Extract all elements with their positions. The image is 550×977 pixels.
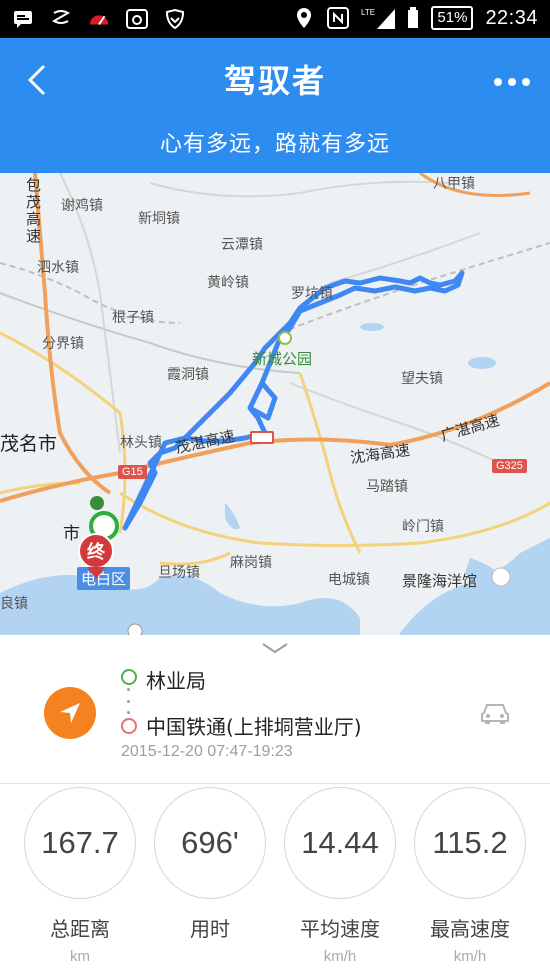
map-label: 泗水镇 — [37, 260, 79, 276]
status-bar: LTE 51% 22:34 — [0, 0, 550, 38]
stat-name: 用时 — [190, 917, 230, 941]
stat-value: 115.2 — [414, 787, 526, 899]
map-label: 岭门镇 — [402, 519, 444, 535]
map-label: 旦场镇 — [158, 565, 200, 581]
stat-name: 平均速度 — [300, 917, 380, 941]
trip-stats: 167.7 总距离 km 696' 用时 14.44 平均速度 km/h 115… — [0, 787, 550, 977]
map-label: 林头镇 — [120, 435, 162, 451]
stat-unit: km/h — [453, 948, 487, 965]
page-subtitle: 心有多远，路就有多远 — [159, 132, 390, 157]
end-marker[interactable]: 终 — [78, 533, 118, 583]
car-icon[interactable] — [480, 701, 510, 725]
trip-time-range: 2015-12-20 07:47-19:23 — [121, 743, 293, 760]
stat-unit: km — [70, 948, 90, 965]
stat-value: 167.7 — [24, 787, 136, 899]
nfc-icon — [327, 7, 350, 29]
app-header: 驾驭者 心有多远，路就有多远 — [0, 38, 550, 173]
start-location: 林业局 — [146, 669, 206, 693]
map-label: 新城公园 — [252, 350, 313, 368]
stat-name: 最高速度 — [430, 917, 510, 941]
more-button[interactable] — [494, 78, 530, 86]
map-label: 谢鸡镇 — [61, 198, 103, 214]
stat-duration: 696' 用时 — [150, 787, 270, 948]
message-icon — [12, 8, 34, 30]
more-dot-icon — [508, 78, 516, 86]
svg-text:LTE: LTE — [361, 8, 375, 17]
route-map[interactable]: 包茂高速 八甲镇 谢鸡镇 新垌镇 云潭镇 泗水镇 黄岭镇 罗坑镇 根子镇 分界镇… — [0, 173, 550, 635]
more-dot-icon — [494, 78, 502, 86]
map-label: 望夫镇 — [401, 371, 443, 387]
page-title: 驾驭者 — [223, 62, 326, 100]
map-label: 八甲镇 — [433, 176, 475, 192]
stat-total-distance: 167.7 总距离 km — [20, 787, 140, 965]
map-label: 包茂高速 — [26, 176, 42, 245]
end-marker-label: 终 — [78, 533, 114, 569]
battery-level-icon — [407, 7, 419, 29]
stat-value: 14.44 — [284, 787, 396, 899]
stat-unit: km/h — [323, 948, 357, 965]
map-label: 良镇 — [0, 596, 28, 612]
map-label: 罗坑镇 — [291, 286, 333, 302]
navigation-button[interactable] — [44, 687, 96, 739]
shield-icon — [164, 8, 186, 30]
map-label: 黄岭镇 — [207, 275, 249, 291]
route-summary[interactable]: 林业局 中国铁通(上排垌营业厅) 2015-12-20 07:47-19:23 — [0, 663, 550, 784]
more-dot-icon — [522, 78, 530, 86]
map-label: 茂名市 — [0, 433, 58, 455]
navigation-arrow-icon — [60, 703, 80, 723]
stat-average-speed: 14.44 平均速度 km/h — [280, 787, 400, 965]
highway-shield: G15 — [118, 465, 147, 479]
map-label: 电城镇 — [328, 572, 370, 588]
app-icon — [50, 8, 72, 30]
chevron-down-icon[interactable] — [259, 641, 291, 655]
map-label: 根子镇 — [112, 310, 154, 326]
map-label: 马踏镇 — [366, 479, 408, 495]
map-label: 分界镇 — [42, 336, 84, 352]
speedometer-icon — [88, 8, 110, 30]
map-label: 霞洞镇 — [167, 367, 209, 383]
map-label: 景隆海洋馆 — [402, 572, 478, 590]
end-dot-icon — [121, 718, 137, 734]
toll-station-icon — [250, 431, 274, 444]
highway-shield: G325 — [492, 459, 527, 473]
map-label: 麻岗镇 — [230, 555, 272, 571]
signal-icon: LTE — [361, 7, 396, 29]
route-dots — [127, 688, 130, 714]
clock: 22:34 — [485, 6, 538, 29]
battery-percent: 51% — [431, 6, 474, 30]
map-label: 新垌镇 — [138, 211, 180, 227]
stat-value: 696' — [154, 787, 266, 899]
stat-max-speed: 115.2 最高速度 km/h — [410, 787, 530, 965]
camera-icon — [126, 8, 148, 30]
end-location: 中国铁通(上排垌营业厅) — [146, 715, 362, 739]
start-dot-icon — [121, 669, 137, 685]
trip-panel: 林业局 中国铁通(上排垌营业厅) 2015-12-20 07:47-19:23 … — [0, 635, 550, 977]
map-label: 云潭镇 — [221, 237, 263, 253]
location-icon — [293, 7, 315, 29]
stat-name: 总距离 — [50, 917, 110, 941]
